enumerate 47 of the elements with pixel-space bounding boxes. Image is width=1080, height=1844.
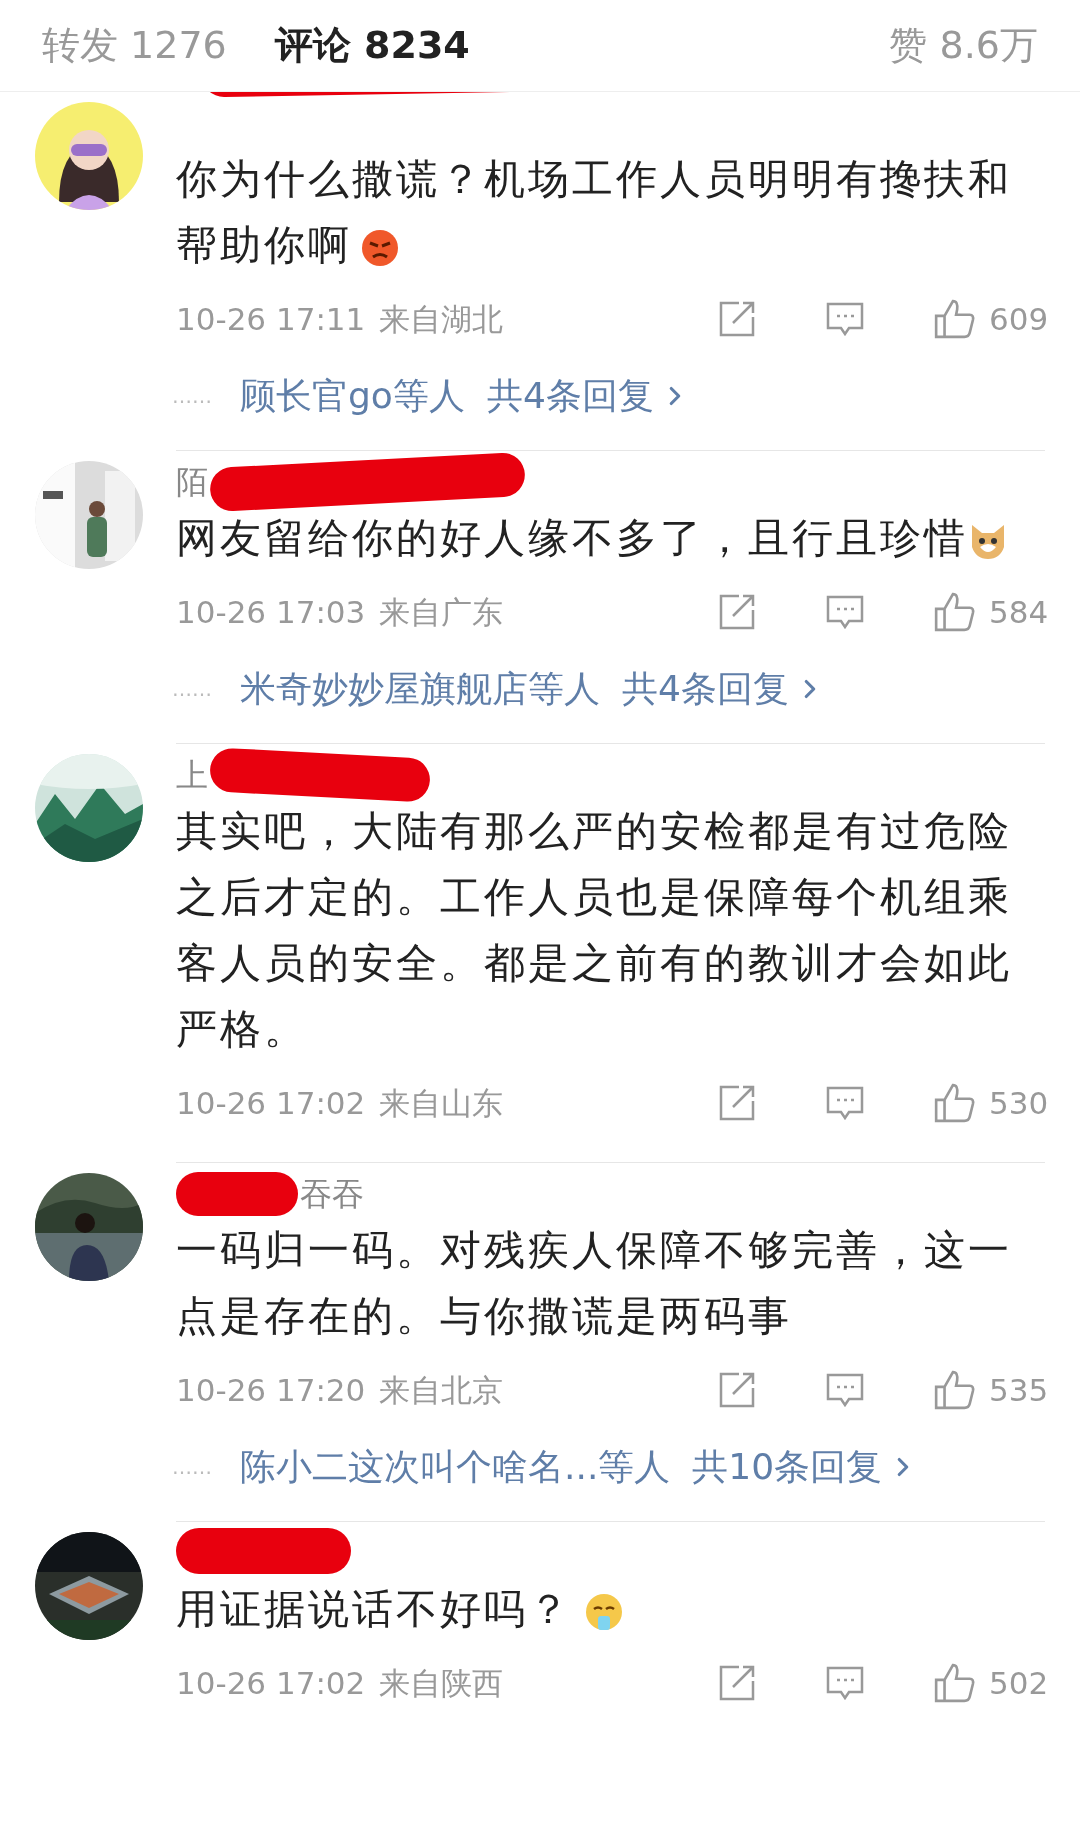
like-count: 609 [989, 299, 1045, 339]
tab[interactable]: 评论 8234 [274, 17, 470, 74]
share-icon[interactable] [717, 1370, 757, 1410]
comment-location: 来自陕西 [379, 1663, 504, 1703]
reply-users[interactable]: 陈小二这次叫个啥名...等人 [240, 1440, 671, 1494]
comment-text: 其实吧，大陆有那么严的安检都是有过危险之后才定的。工作人员也是保障每个机组乘客人员的安全。都是之前有的教训才会如此严格。 [176, 806, 1013, 1055]
tab[interactable]: 转发 1276 [42, 17, 227, 74]
thumbs-up-icon[interactable] [933, 1662, 975, 1704]
comment-location: 来自湖北 [379, 299, 504, 339]
user-name[interactable]: 陌 [176, 459, 208, 505]
sweating-face-icon [584, 1592, 624, 1632]
thumbs-up-icon[interactable] [933, 1082, 975, 1124]
share-icon[interactable] [717, 1663, 757, 1703]
reply-total[interactable]: 共10条回复 [692, 1440, 883, 1494]
reply-users[interactable]: 米奇妙妙屋旗舰店等人 [240, 662, 600, 716]
comment-location: 来自广东 [379, 592, 504, 632]
likes-total[interactable]: 赞 8.6万 [889, 17, 1038, 74]
thumbs-up-icon[interactable] [933, 298, 975, 340]
user-name[interactable]: 吞吞 [300, 1171, 364, 1217]
comment-time: 10-26 17:02 [176, 1083, 366, 1123]
comment-text: 你为什么撒谎？机场工作人员明明有搀扶和帮助你啊 [176, 154, 1013, 271]
comment-location: 来自山东 [379, 1083, 504, 1123]
share-icon[interactable] [717, 592, 757, 632]
comment-text: 一码归一码。对残疾人保障不够完善，这一点是存在的。与你撒谎是两码事 [176, 1225, 1013, 1342]
like-count: 584 [989, 592, 1045, 632]
ellipsis-dots: …… [172, 1454, 212, 1481]
user-name[interactable]: 上 [176, 752, 208, 798]
like-count: 502 [989, 1663, 1045, 1703]
share-icon[interactable] [717, 299, 757, 339]
ellipsis-dots: …… [172, 676, 212, 703]
share-icon[interactable] [717, 1083, 757, 1123]
comment-time: 10-26 17:20 [176, 1370, 366, 1410]
thumbs-up-icon[interactable] [933, 591, 975, 633]
comment-time: 10-26 17:02 [176, 1663, 366, 1703]
like-count: 530 [989, 1083, 1045, 1123]
angry-face-icon [360, 228, 400, 268]
comment-text: 用证据说话不好吗？ [176, 1576, 1045, 1642]
comment-time: 10-26 17:03 [176, 592, 366, 632]
thumbs-up-icon[interactable] [933, 1369, 975, 1411]
like-count: 535 [989, 1370, 1045, 1410]
ellipsis-dots: …… [172, 383, 212, 410]
comment-time: 10-26 17:11 [176, 299, 366, 339]
reply-total[interactable]: 共4条回复 [486, 369, 654, 423]
comment-text: 网友留给你的好人缘不多了，且行且珍惜 [176, 505, 1045, 571]
comment-location: 来自北京 [379, 1370, 504, 1410]
reply-total[interactable]: 共4条回复 [622, 662, 789, 716]
reply-users[interactable]: 顾长官go等人 [240, 369, 465, 423]
